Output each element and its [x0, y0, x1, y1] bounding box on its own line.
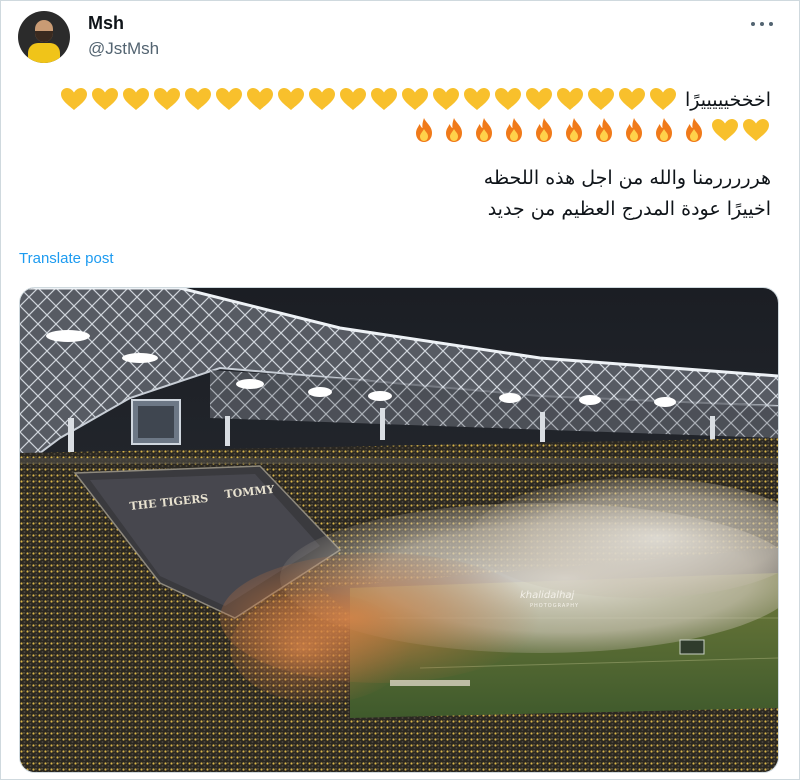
- yellow-heart-icon: [402, 88, 429, 110]
- post-card: Msh @JstMsh اخخخيييييرًا هرررررمنا والله…: [0, 0, 800, 780]
- fire-icon: [416, 118, 432, 142]
- yellow-heart-icon: [61, 88, 88, 110]
- yellow-heart-icon: [278, 88, 305, 110]
- fire-icon: [566, 118, 582, 142]
- post-line-1-text: اخخخيييييرًا: [685, 89, 771, 111]
- yellow-heart-icon: [309, 88, 336, 110]
- yellow-heart-icon: [123, 88, 150, 110]
- yellow-heart-icon: [526, 88, 553, 110]
- yellow-heart-icon: [216, 88, 243, 110]
- hearts-row: [59, 85, 679, 116]
- fire-icon: [506, 118, 522, 142]
- watermark-name: khalidalhaj: [520, 590, 575, 601]
- yellow-heart-icon: [371, 88, 398, 110]
- post-line-4: اخييرًا عودة المدرج العظيم من جديد: [487, 198, 771, 220]
- post-line-1: اخخخيييييرًا: [21, 85, 771, 116]
- yellow-heart-icon: [247, 88, 274, 110]
- post-text: اخخخيييييرًا هرررررمنا والله من اجل هذه …: [21, 85, 771, 225]
- stadium-photo: THE TIGERS TOMMY khalidalhaj PHOTOGRAPHY: [20, 288, 778, 772]
- fire-icon: [686, 118, 702, 142]
- more-options-icon[interactable]: [751, 15, 773, 33]
- fire-icon: [656, 118, 672, 142]
- avatar[interactable]: [18, 11, 70, 63]
- author-display-name[interactable]: Msh: [88, 13, 124, 34]
- fire-icon: [596, 118, 612, 142]
- avatar-shirt: [28, 43, 60, 63]
- emoji-row: [409, 116, 771, 147]
- yellow-heart-icon: [711, 119, 738, 141]
- author-handle[interactable]: @JstMsh: [88, 39, 159, 59]
- fire-icon: [446, 118, 462, 142]
- post-image[interactable]: THE TIGERS TOMMY khalidalhaj PHOTOGRAPHY: [19, 287, 779, 773]
- post-line-2: [21, 116, 771, 147]
- translate-post-link[interactable]: Translate post: [19, 250, 114, 267]
- yellow-heart-icon: [92, 88, 119, 110]
- fire-icon: [536, 118, 552, 142]
- yellow-heart-icon: [650, 88, 677, 110]
- watermark-sub: PHOTOGRAPHY: [530, 603, 579, 609]
- yellow-heart-icon: [154, 88, 181, 110]
- yellow-heart-icon: [464, 88, 491, 110]
- avatar-beard: [35, 31, 53, 42]
- fire-icon: [626, 118, 642, 142]
- post-line-3: هرررررمنا والله من اجل هذه اللحظه: [483, 167, 771, 189]
- yellow-heart-icon: [557, 88, 584, 110]
- yellow-heart-icon: [495, 88, 522, 110]
- fire-icon: [476, 118, 492, 142]
- yellow-heart-icon: [588, 88, 615, 110]
- yellow-heart-icon: [185, 88, 212, 110]
- yellow-heart-icon: [619, 88, 646, 110]
- yellow-heart-icon: [433, 88, 460, 110]
- yellow-heart-icon: [742, 119, 769, 141]
- yellow-heart-icon: [340, 88, 367, 110]
